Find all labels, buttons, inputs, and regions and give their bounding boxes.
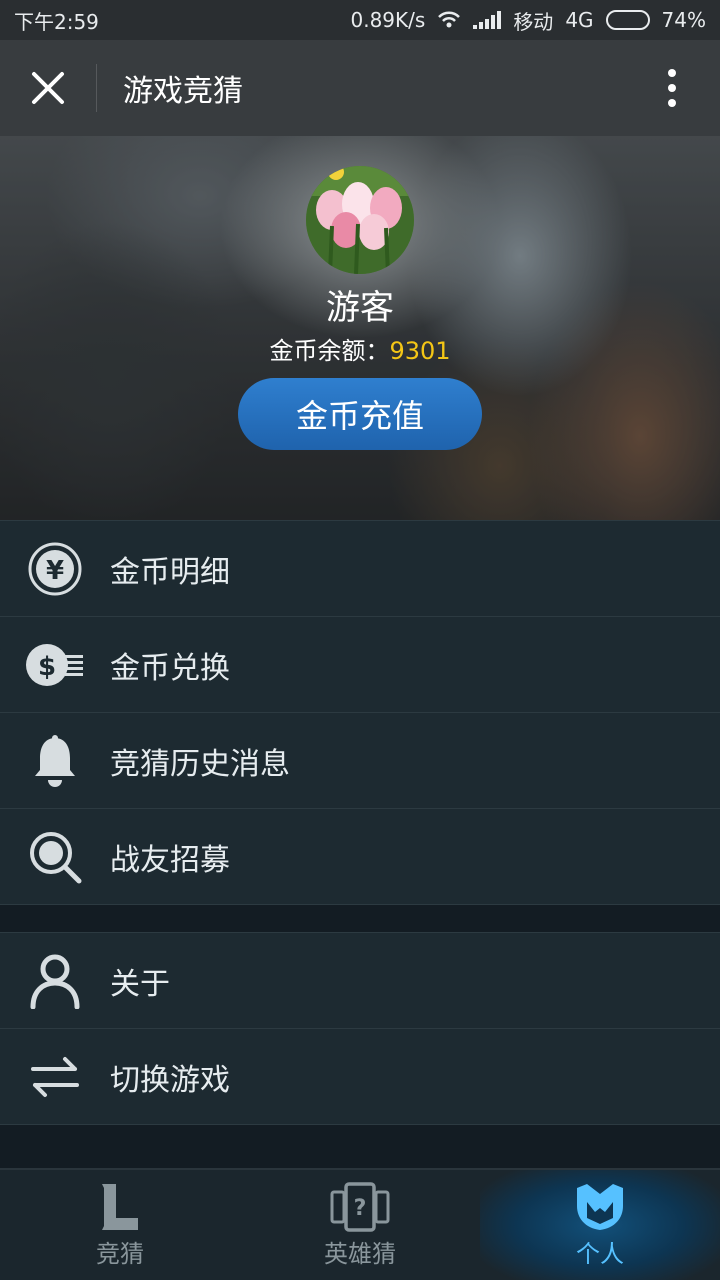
menu-label: 战友招募 [110,842,230,878]
app-bar: 游戏竞猜 [0,40,720,136]
more-vertical-icon [668,69,676,107]
menu-item-coin-details[interactable]: ¥ 金币明细 [0,521,720,617]
wifi-icon [438,11,461,28]
close-icon [32,72,64,104]
network-type: 4G [565,8,594,32]
menu-item-about[interactable]: 关于 [0,933,720,1029]
balance-value: 9301 [389,337,451,365]
recharge-button[interactable]: 金币充值 [238,378,482,450]
avatar[interactable] [306,166,414,274]
section-gap [0,905,720,932]
status-bar: 下午2:59 0.89K/s 移动 4G 74% [0,0,720,40]
menu-item-switch-game[interactable]: 切换游戏 [0,1029,720,1125]
tulip-avatar-image [306,166,414,274]
menu-item-coin-exchange[interactable]: $ 金币兑换 [0,617,720,713]
svg-text:?: ? [354,1196,367,1221]
menu-label: 关于 [110,966,170,1002]
search-icon [0,809,110,905]
tab-hero-guess[interactable]: ? 英雄猜 [240,1170,480,1280]
section-gap [0,1125,720,1168]
profile-header: 游客 金币余额：9301 金币充值 [0,136,720,520]
user-icon [0,933,110,1029]
menu-label: 金币兑换 [110,650,230,686]
helmet-icon [577,1183,623,1230]
hero-cards-icon: ? [330,1181,390,1232]
carrier-name: 移动 [513,9,554,34]
dollar-exchange-icon: $ [0,617,110,713]
app-bar-divider [96,64,97,112]
swap-icon [0,1029,110,1125]
network-speed: 0.89K/s [350,8,426,32]
yen-coin-icon: ¥ [0,521,110,617]
svg-text:¥: ¥ [46,556,64,586]
svg-text:$: $ [38,652,56,682]
menu-label: 金币明细 [110,554,230,590]
coin-balance: 金币余额：9301 [0,331,720,366]
username: 游客 [326,288,394,328]
page-title: 游戏竞猜 [123,74,243,109]
primary-menu: ¥ 金币明细 $ 金币兑换 竞猜历史消息 战友招募 [0,520,720,905]
tab-label: 个人 [576,1239,624,1268]
menu-label: 竞猜历史消息 [110,746,290,782]
secondary-menu: 关于 切换游戏 [0,932,720,1125]
bottom-nav: 竞猜 ? 英雄猜 个人 [0,1168,720,1280]
tab-guess[interactable]: 竞猜 [0,1170,240,1280]
bell-icon [0,713,110,809]
balance-label: 金币余额： [269,337,390,365]
close-button[interactable] [0,40,96,136]
tab-label: 竞猜 [96,1239,144,1268]
tab-personal[interactable]: 个人 [480,1170,720,1280]
tab-label: 英雄猜 [324,1239,396,1268]
status-indicators: 0.89K/s 移动 4G 74% [351,6,707,35]
league-l-icon [102,1183,138,1230]
signal-icon [473,11,502,29]
menu-item-recruit[interactable]: 战友招募 [0,809,720,905]
status-time: 下午2:59 [14,9,99,34]
menu-item-guess-history[interactable]: 竞猜历史消息 [0,713,720,809]
menu-label: 切换游戏 [110,1062,230,1098]
battery-icon [605,10,650,30]
battery-percent: 74% [661,8,706,32]
more-button[interactable] [624,40,720,136]
